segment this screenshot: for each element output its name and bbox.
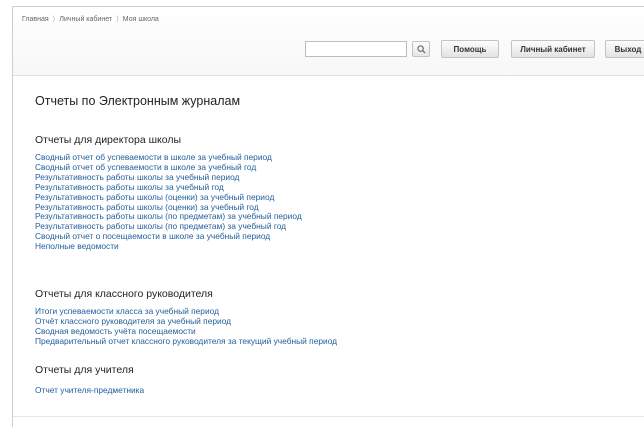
logout-button[interactable]: Выход	[605, 40, 644, 58]
cabinet-button[interactable]: Личный кабинет	[511, 40, 595, 58]
report-link[interactable]: Неполные ведомости	[35, 241, 302, 252]
search-button[interactable]	[412, 41, 430, 57]
section-title-class-teacher: Отчеты для классного руководителя	[35, 288, 213, 300]
section-title-director: Отчеты для директора школы	[35, 134, 181, 146]
help-button[interactable]: Помощь	[441, 40, 499, 58]
breadcrumb-separator: ⟩	[116, 16, 119, 23]
top-bar: Главная ⟩ Личный кабинет ⟩ Моя школа Помощь …	[13, 7, 644, 76]
report-link[interactable]: Предварительный отчет классного руководи…	[35, 336, 337, 347]
class-teacher-reports-list: Итоги успеваемости класса за учебный пер…	[35, 306, 337, 347]
breadcrumb: Главная ⟩ Личный кабинет ⟩ Моя школа	[22, 15, 159, 23]
search-input[interactable]	[305, 41, 407, 57]
breadcrumb-current: Моя школа	[122, 16, 159, 23]
section-title-teacher: Отчеты для учителя	[35, 364, 134, 376]
teacher-reports-list: Отчет учителя-предметника	[35, 385, 144, 396]
page-title: Отчеты по Электронным журналам	[35, 94, 241, 108]
breadcrumb-home[interactable]: Главная	[22, 16, 49, 23]
director-reports-list: Сводный отчет об успеваемости в школе за…	[35, 152, 302, 252]
search-icon	[416, 44, 426, 54]
page-frame: Главная ⟩ Личный кабинет ⟩ Моя школа Помощь …	[12, 6, 644, 427]
report-link[interactable]: Отчет учителя-предметника	[35, 385, 144, 396]
breadcrumb-separator: ⟩	[52, 16, 56, 23]
content-bottom-divider	[13, 416, 644, 417]
breadcrumb-cabinet[interactable]: Личный кабинет	[59, 16, 112, 23]
